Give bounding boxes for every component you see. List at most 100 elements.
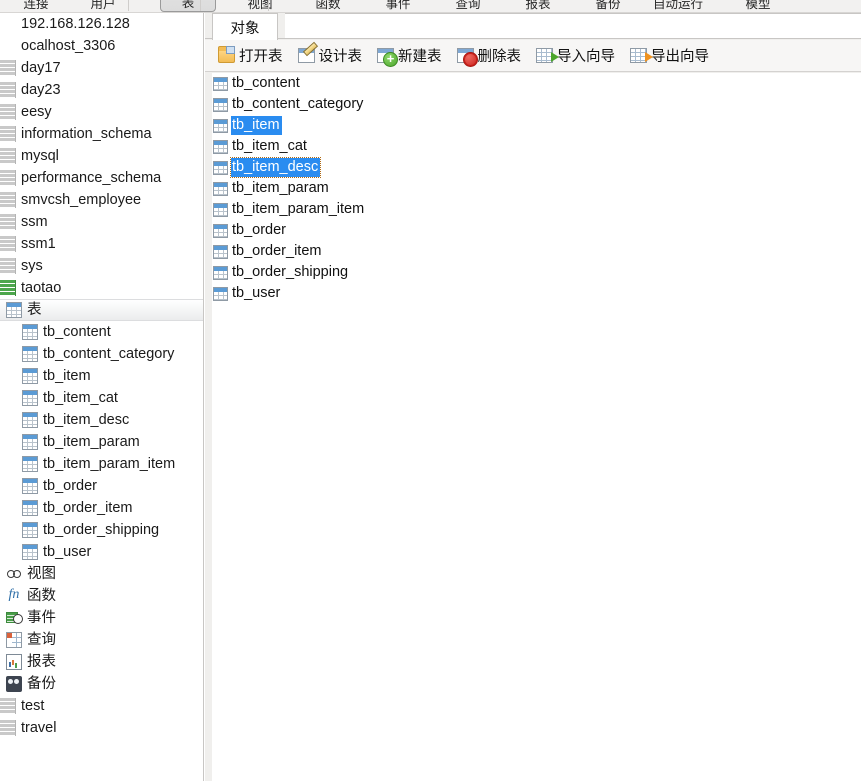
sidebar-item[interactable]: 表: [0, 299, 203, 321]
object-list-item-label: tb_content_category: [232, 96, 364, 112]
sidebar-item[interactable]: tb_order_item: [0, 497, 203, 519]
table-icon: [22, 412, 38, 428]
sidebar-item[interactable]: tb_item_param: [0, 431, 203, 453]
object-list-item[interactable]: tb_item_desc: [212, 157, 861, 178]
database-icon: [0, 280, 16, 296]
table-icon: [22, 456, 38, 472]
sidebar-item[interactable]: tb_item: [0, 365, 203, 387]
toolbar-button-4[interactable]: 函数: [300, 0, 356, 12]
open-table-icon: [218, 46, 235, 63]
sidebar-item[interactable]: information_schema: [0, 123, 203, 145]
sidebar-item[interactable]: eesy: [0, 101, 203, 123]
sidebar-item[interactable]: ocalhost_3306: [0, 35, 203, 57]
sidebar-item[interactable]: tb_order_shipping: [0, 519, 203, 541]
toolbar-button-3[interactable]: 视图: [232, 0, 288, 12]
toolbar-button-label: 事件: [385, 0, 411, 11]
object-list-item[interactable]: tb_item_cat: [212, 136, 861, 157]
sidebar-item[interactable]: smvcsh_employee: [0, 189, 203, 211]
table-icon: [213, 118, 228, 133]
toolbar-button-5[interactable]: 事件: [370, 0, 426, 12]
sidebar-item[interactable]: tb_content: [0, 321, 203, 343]
sidebar-item-label: 192.168.126.128: [21, 16, 130, 32]
toolbar-button-8[interactable]: 备份: [580, 0, 636, 12]
toolbar-button-9[interactable]: 自动运行: [650, 0, 706, 12]
sidebar-item[interactable]: tb_content_category: [0, 343, 203, 365]
views-icon: [6, 566, 22, 582]
toolbar-button-0[interactable]: 连接: [8, 0, 64, 12]
query-icon: [6, 632, 22, 648]
export-wizard-icon: [630, 48, 653, 63]
sidebar-item[interactable]: tb_item_param_item: [0, 453, 203, 475]
toolbar-import-wizard[interactable]: 导入向导: [530, 43, 621, 69]
toolbar-design-table[interactable]: 设计表: [292, 43, 369, 69]
sidebar-item[interactable]: tb_user: [0, 541, 203, 563]
sidebar-item[interactable]: 备份: [0, 673, 203, 695]
tab-objects[interactable]: 对象: [212, 13, 278, 40]
sidebar-item[interactable]: tb_item_desc: [0, 409, 203, 431]
toolbar-button-2[interactable]: 表: [160, 0, 216, 12]
sidebar-item[interactable]: 视图: [0, 563, 203, 585]
toolbar-new-table[interactable]: 新建表: [371, 43, 448, 69]
sidebar-item-label: taotao: [21, 280, 62, 296]
sidebar-item[interactable]: 查询: [0, 629, 203, 651]
object-list-item[interactable]: tb_content: [212, 73, 861, 94]
toolbar-button-10[interactable]: 模型: [730, 0, 786, 12]
sidebar-item[interactable]: ssm1: [0, 233, 203, 255]
toolbar-separator: [128, 0, 129, 11]
sidebar-item[interactable]: day17: [0, 57, 203, 79]
table-icon: [22, 544, 38, 560]
database-icon: [0, 258, 16, 274]
sidebar-item[interactable]: ssm: [0, 211, 203, 233]
toolbar-button-6[interactable]: 查询: [440, 0, 496, 12]
connection-tree-sidebar[interactable]: 192.168.126.128 ocalhost_3306 day17 day23 ee…: [0, 13, 204, 781]
sidebar-item[interactable]: mysql: [0, 145, 203, 167]
toolbar-export-wizard[interactable]: 导出向导: [624, 43, 715, 69]
tables-folder-icon: [6, 302, 22, 318]
object-list-item[interactable]: tb_item_param: [212, 178, 861, 199]
toolbar-open-table[interactable]: 打开表: [212, 43, 289, 69]
sidebar-item[interactable]: tb_order: [0, 475, 203, 497]
toolbar-button-7[interactable]: 报表: [510, 0, 566, 12]
sidebar-item[interactable]: test: [0, 695, 203, 717]
object-list-item-label: tb_item_cat: [232, 138, 307, 154]
sidebar-item-label: tb_order: [43, 478, 98, 494]
sidebar-item[interactable]: travel: [0, 717, 203, 739]
object-list-item[interactable]: tb_order_shipping: [212, 262, 861, 283]
sidebar-item-label: 报表: [27, 654, 56, 670]
table-icon: [22, 522, 38, 538]
sidebar-item[interactable]: day23: [0, 79, 203, 101]
object-list-item[interactable]: tb_item: [212, 115, 861, 136]
object-list-item[interactable]: tb_content_category: [212, 94, 861, 115]
sidebar-item[interactable]: 报表: [0, 651, 203, 673]
sidebar-item[interactable]: fn 函数: [0, 585, 203, 607]
toolbar-delete-table[interactable]: 删除表: [451, 43, 528, 69]
sidebar-item[interactable]: tb_item_cat: [0, 387, 203, 409]
sidebar-item-label: day23: [21, 82, 61, 98]
toolbar-button-1[interactable]: 用户: [75, 0, 131, 12]
function-icon: fn: [8, 587, 20, 602]
sidebar-item[interactable]: sys: [0, 255, 203, 277]
table-icon: [213, 76, 228, 91]
sidebar-item[interactable]: 事件: [0, 607, 203, 629]
sidebar-item[interactable]: performance_schema: [0, 167, 203, 189]
sidebar-item-label: 事件: [27, 610, 56, 626]
toolbar-button-label: 查询: [455, 0, 481, 11]
table-icon: [22, 390, 38, 406]
main-toolbar: 连接 用户 表 视图 函数 事件 查询 报表 备份 自动运行 模型: [0, 0, 861, 13]
table-icon: [22, 346, 38, 362]
table-icon: [213, 181, 228, 196]
tabstrip-filler: [285, 13, 861, 39]
sidebar-item-label: 表: [27, 302, 42, 318]
object-list-item[interactable]: tb_user: [212, 283, 861, 304]
object-list[interactable]: tb_content tb_content_category tb_item tb_i…: [212, 73, 861, 781]
table-icon: [213, 265, 228, 280]
sidebar-item-label: test: [21, 698, 45, 714]
sidebar-item[interactable]: 192.168.126.128: [0, 13, 203, 35]
design-table-icon: [297, 48, 315, 63]
sidebar-item[interactable]: taotao: [0, 277, 203, 299]
object-list-item[interactable]: tb_order_item: [212, 241, 861, 262]
object-list-item[interactable]: tb_item_param_item: [212, 199, 861, 220]
sidebar-item-label: tb_item_param: [43, 434, 140, 450]
object-list-item[interactable]: tb_order: [212, 220, 861, 241]
sidebar-item-label: smvcsh_employee: [21, 192, 142, 208]
